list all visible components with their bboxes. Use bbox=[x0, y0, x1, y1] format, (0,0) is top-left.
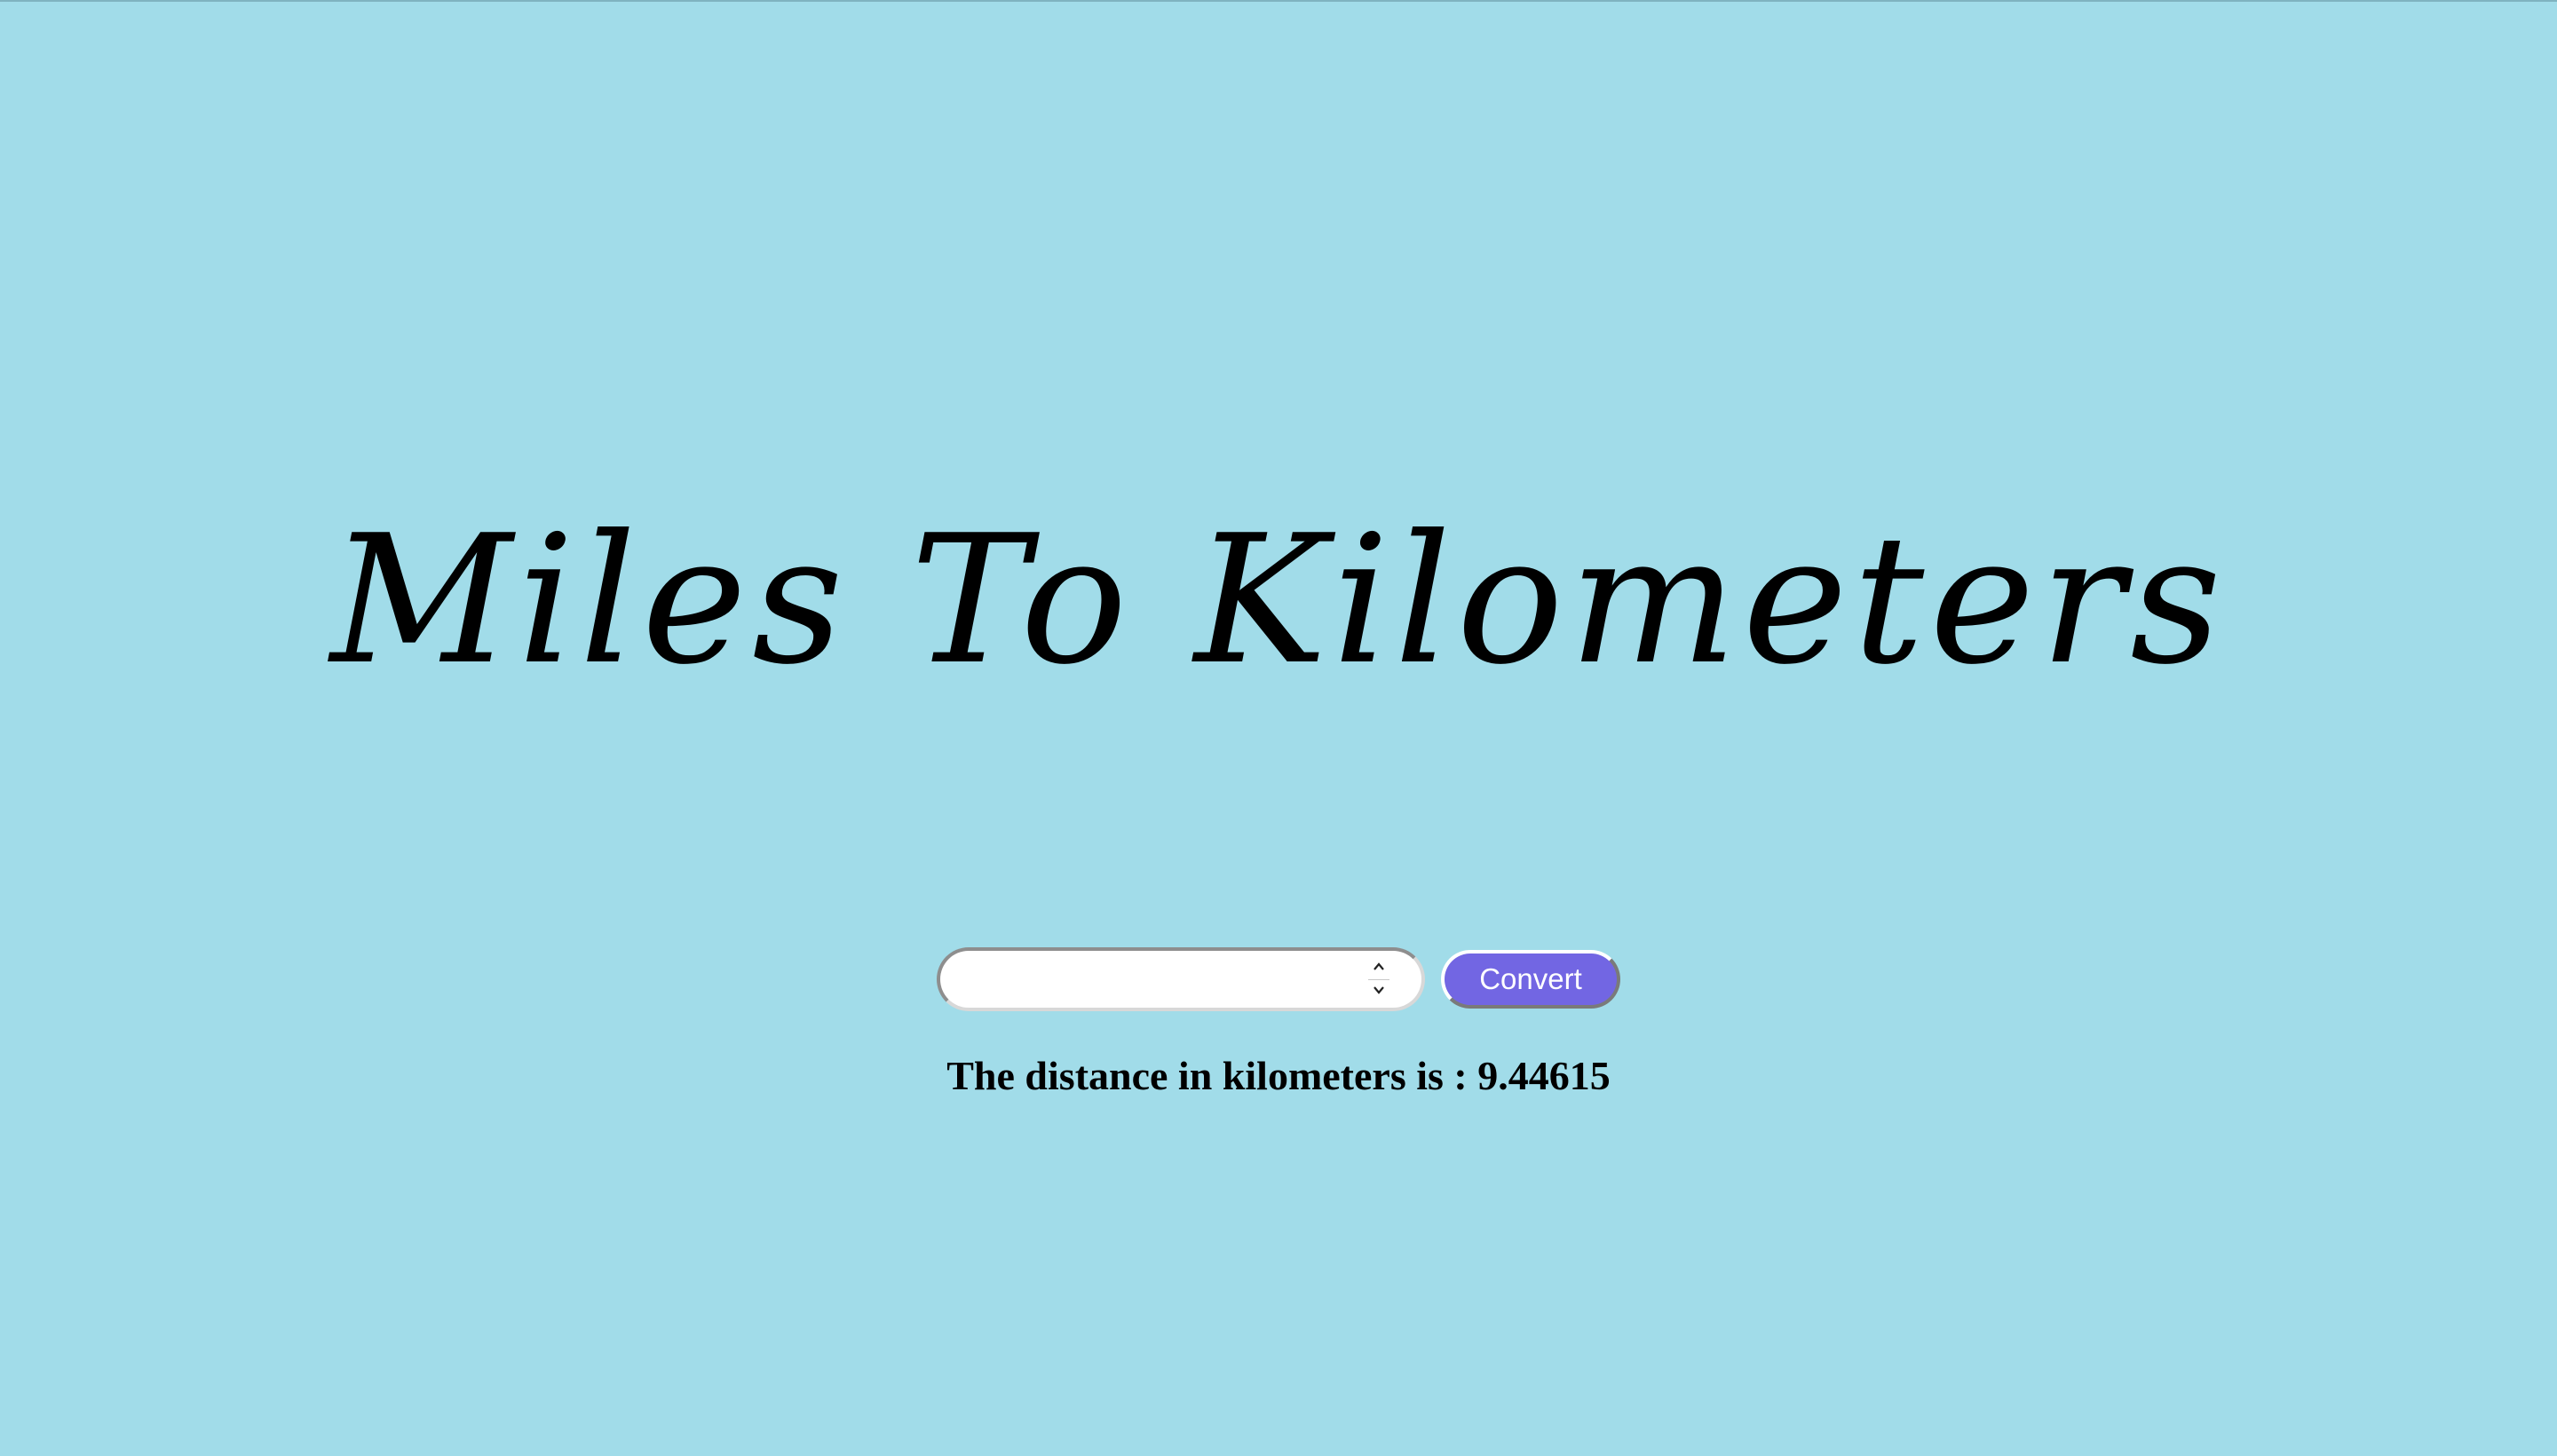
spinner-divider bbox=[1368, 978, 1389, 980]
chevron-up-icon[interactable] bbox=[1368, 958, 1389, 977]
chevron-down-icon[interactable] bbox=[1368, 981, 1389, 1001]
convert-button[interactable]: Convert bbox=[1441, 950, 1620, 1009]
number-spinner[interactable] bbox=[1366, 958, 1391, 1001]
miles-input-wrapper bbox=[937, 947, 1425, 1011]
page-title: Miles To Kilometers bbox=[330, 497, 2227, 704]
converter-form: Convert bbox=[937, 947, 1620, 1011]
miles-input[interactable] bbox=[937, 947, 1425, 1011]
result-text: The distance in kilometers is : 9.44615 bbox=[946, 1053, 1611, 1098]
